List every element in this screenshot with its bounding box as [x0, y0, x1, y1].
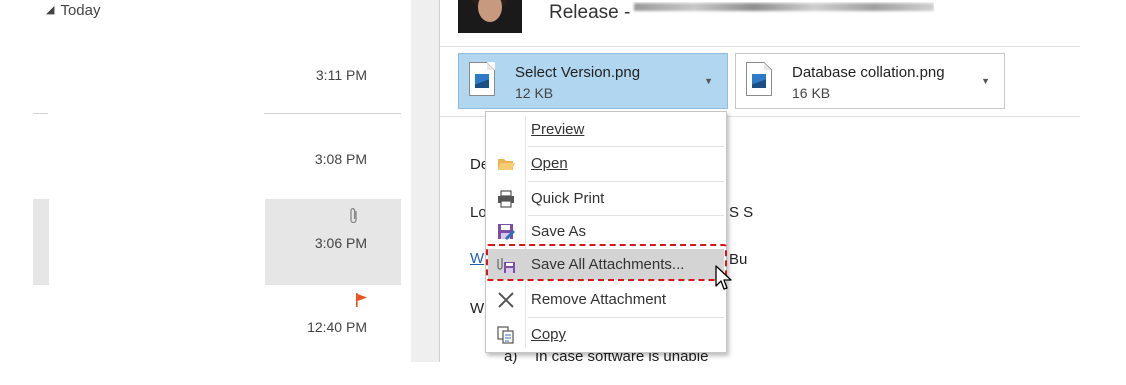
row-divider: [264, 113, 401, 114]
menu-item-preview[interactable]: Preview: [488, 114, 724, 145]
menu-item-label: Remove Attachment: [531, 291, 667, 308]
file-icon-picture: [475, 74, 489, 88]
body-text: W: [470, 300, 485, 317]
message-time: 3:11 PM: [315, 67, 367, 83]
attachment-size: 16 KB: [792, 85, 831, 101]
attachment-context-menu: Preview Open Quick Print Save As Save Al…: [485, 111, 727, 353]
file-icon-picture: [752, 74, 766, 88]
subject-redacted: [634, 2, 935, 11]
menu-separator: [528, 146, 724, 147]
message-row[interactable]: 12:40 PM: [33, 286, 401, 366]
menu-item-label: Copy: [531, 326, 567, 343]
highlight-annotation-box: [486, 244, 727, 281]
menu-item-save-as[interactable]: Save As: [488, 216, 724, 247]
folder-open-icon: [498, 159, 515, 170]
menu-separator: [528, 317, 724, 318]
menu-item-text: Preview: [531, 121, 585, 138]
menu-item-copy[interactable]: Copy: [488, 319, 724, 350]
message-list: ◢ Today 3:11 PM 3:08 PM 3:06 PM 12:40 PM: [0, 0, 411, 385]
row-divider: [33, 113, 48, 114]
message-time: 3:06 PM: [314, 235, 367, 251]
mouse-pointer-icon: [715, 265, 732, 290]
menu-item-remove-attachment[interactable]: Remove Attachment: [488, 284, 724, 315]
file-icon-corner: [487, 62, 495, 70]
image-file-icon: [469, 62, 495, 96]
menu-item-open[interactable]: Open: [488, 148, 724, 179]
save-as-icon: [498, 224, 515, 240]
attachment-name: Select Version.png: [515, 64, 641, 81]
group-header-label: Today: [60, 2, 101, 19]
header-divider: [440, 46, 1080, 47]
attachment-select-version[interactable]: Select Version.png 12 KB ▼: [458, 53, 728, 109]
body-text: S S: [729, 204, 754, 221]
attachment-database-collation[interactable]: Database collation.png 16 KB ▼: [735, 53, 1005, 109]
menu-item-label: Quick Print: [531, 190, 605, 207]
remove-icon: [498, 292, 514, 308]
body-link[interactable]: W: [470, 250, 484, 267]
chevron-down-icon[interactable]: ▼: [704, 76, 713, 86]
menu-separator: [528, 181, 724, 182]
chevron-down-icon[interactable]: ▼: [981, 76, 990, 86]
collapse-triangle-icon[interactable]: ◢: [46, 4, 54, 16]
message-row[interactable]: 3:11 PM: [33, 40, 401, 112]
copy-icon: [497, 326, 514, 344]
message-row[interactable]: 3:08 PM: [33, 116, 401, 198]
message-subject: Release -: [549, 2, 935, 24]
pane-splitter[interactable]: [411, 0, 439, 362]
message-row-selected[interactable]: 3:06 PM: [33, 199, 401, 285]
message-time: 12:40 PM: [307, 319, 367, 335]
menu-item-label: Save As: [531, 223, 587, 240]
group-header-today[interactable]: ◢ Today: [46, 2, 101, 19]
printer-icon: [498, 190, 514, 208]
avatar-face: [478, 0, 502, 22]
subject-text: Release -: [549, 2, 631, 23]
menu-item-quick-print[interactable]: Quick Print: [488, 183, 724, 214]
flag-icon[interactable]: [353, 292, 369, 308]
message-time: 3:08 PM: [314, 151, 367, 167]
attachment-name: Database collation.png: [792, 64, 945, 81]
attachment-size: 12 KB: [515, 85, 554, 101]
paperclip-icon: [350, 208, 357, 224]
image-file-icon: [746, 62, 772, 96]
file-icon-corner: [764, 62, 772, 70]
message-preview-area: [49, 199, 265, 285]
sender-avatar: [458, 0, 522, 33]
menu-item-label: Open: [531, 155, 568, 172]
menu-item-label: Preview: [531, 121, 584, 138]
